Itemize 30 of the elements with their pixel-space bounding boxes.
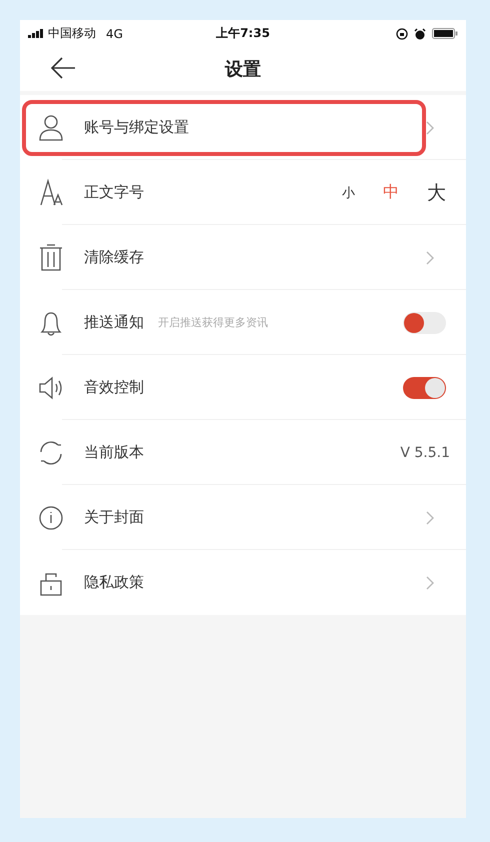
toggle-switch[interactable] — [403, 376, 446, 398]
setting-label[interactable]: 账号与绑定设置 — [84, 118, 189, 137]
setting-label[interactable]: 正文字号 — [84, 183, 144, 202]
font-size-option[interactable]: 大 — [413, 180, 450, 206]
status-time: 上午7:35 — [216, 25, 270, 42]
setting-label[interactable]: 推送通知 — [84, 313, 144, 332]
chevron-icon — [426, 510, 434, 524]
battery-icon — [432, 28, 458, 39]
setting-hint: 开启推送获得更多资讯 — [158, 315, 268, 330]
setting-label[interactable]: 音效控制 — [84, 378, 144, 397]
back-button[interactable] — [48, 55, 78, 81]
toggle-switch[interactable] — [403, 312, 446, 334]
setting-label[interactable]: 隐私政策 — [84, 573, 144, 592]
network-type: 4G — [106, 26, 123, 40]
carrier-name: 中国移动 — [48, 25, 96, 42]
trash-icon — [37, 242, 65, 272]
chevron-icon — [426, 576, 434, 590]
page-title: 设置 — [225, 58, 261, 81]
font-size-option[interactable]: 中 — [369, 182, 413, 203]
chevron-icon — [426, 120, 434, 134]
setting-label[interactable]: 当前版本 — [84, 443, 144, 462]
chevron-icon — [426, 250, 434, 264]
rotation-lock-icon — [396, 28, 408, 40]
setting-label[interactable]: 清除缓存 — [84, 248, 144, 267]
person-icon — [37, 112, 65, 142]
alarm-icon — [414, 28, 426, 40]
signal-icon — [28, 29, 45, 38]
setting-label[interactable]: 关于封面 — [84, 508, 144, 527]
font-size-option[interactable]: 小 — [328, 184, 369, 202]
version-value: V 5.5.1 — [400, 444, 450, 460]
